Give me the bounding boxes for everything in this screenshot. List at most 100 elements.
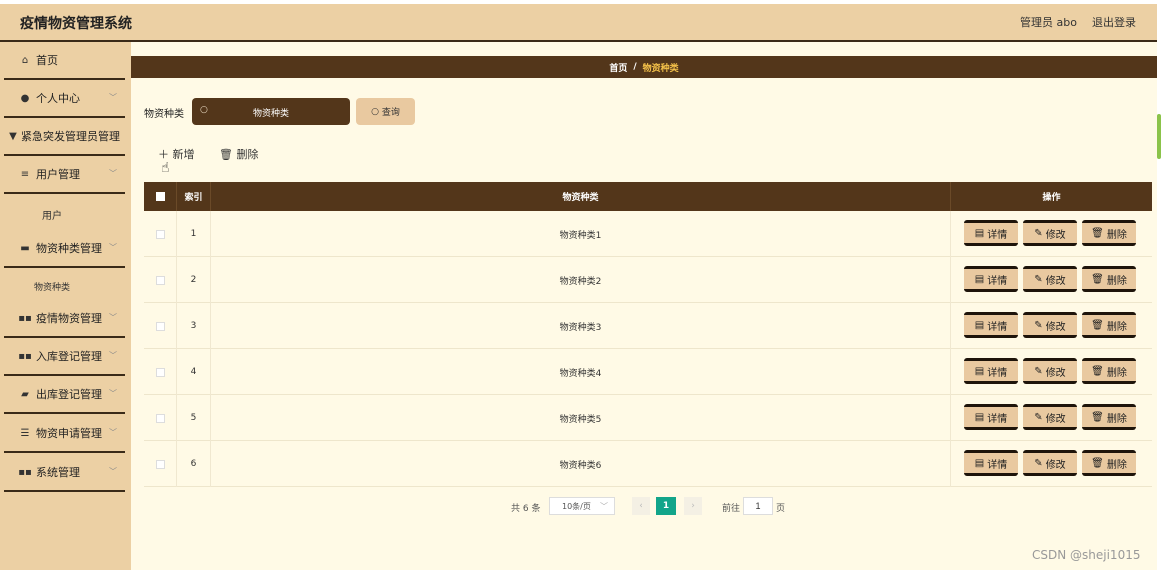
delete-button[interactable]: 🗑 删除	[1082, 220, 1136, 246]
chevron-down-icon: ﹀	[109, 351, 117, 360]
menu-icon: ≡	[20, 168, 30, 180]
trash-icon: 🗑	[219, 148, 233, 161]
table-row: 5 物资种类5 ▤ 详情 ✎ 修改 🗑 删除	[144, 395, 1152, 441]
next-page-button[interactable]: ›	[684, 497, 702, 515]
trash-icon: 🗑	[1091, 319, 1104, 331]
sidebar-item-label: 用户管理	[36, 168, 80, 181]
sidebar-item-epidemic-supplies[interactable]: ▪▪ 疫情物资管理 ﹀	[4, 300, 125, 338]
delete-button[interactable]: 🗑 删除	[1082, 450, 1136, 476]
sidebar-item-label: 物资申请管理	[36, 427, 102, 440]
trash-icon: 🗑	[1091, 227, 1104, 239]
prev-page-button[interactable]: ‹	[632, 497, 650, 515]
sidebar-item-label: 入库登记管理	[36, 350, 102, 363]
sidebar-item-supply-request[interactable]: ☰ 物资申请管理 ﹀	[4, 415, 125, 453]
query-button-label: 查询	[381, 108, 400, 118]
row-checkbox[interactable]	[144, 441, 177, 487]
pencil-icon: ✎	[1034, 319, 1043, 331]
sidebar-item-personal-center[interactable]: ● 个人中心 ﹀	[4, 80, 125, 118]
row-actions: ▤ 详情 ✎ 修改 🗑 删除	[951, 441, 1152, 487]
batch-delete-label: 删除	[236, 148, 259, 161]
edit-button[interactable]: ✎ 修改	[1023, 266, 1077, 292]
chevron-down-icon: ﹀	[109, 428, 117, 437]
logout-link[interactable]: 退出登录	[1092, 14, 1136, 30]
checkbox-box	[155, 459, 165, 469]
detail-button-label: 详情	[987, 275, 1008, 287]
breadcrumb-home[interactable]: 首页	[609, 61, 627, 74]
sidebar-item-label: 物资种类管理	[36, 242, 102, 255]
delete-button[interactable]: 🗑 删除	[1082, 404, 1136, 430]
table-row: 6 物资种类6 ▤ 详情 ✎ 修改 🗑 删除	[144, 441, 1152, 487]
scrollbar-thumb[interactable]	[1157, 114, 1161, 159]
delete-button[interactable]: 🗑 删除	[1082, 358, 1136, 384]
watermark: CSDN @sheji1015	[1032, 548, 1141, 562]
detail-button-label: 详情	[987, 459, 1008, 471]
grid-icon: ▪▪	[18, 350, 32, 362]
table-row: 4 物资种类4 ▤ 详情 ✎ 修改 🗑 删除	[144, 349, 1152, 395]
breadcrumb-current: 物资种类	[642, 63, 679, 74]
sidebar-item-emergency-admin[interactable]: ▼ 紧急突发管理员管理	[4, 118, 125, 156]
row-actions: ▤ 详情 ✎ 修改 🗑 删除	[951, 257, 1152, 303]
sidebar-item-system[interactable]: ▪▪ 系统管理 ﹀	[4, 454, 125, 492]
chevron-down-icon: ﹀	[109, 313, 117, 322]
trash-icon: 🗑	[1091, 273, 1104, 285]
table-row: 3 物资种类3 ▤ 详情 ✎ 修改 🗑 删除	[144, 303, 1152, 349]
row-actions: ▤ 详情 ✎ 修改 🗑 删除	[951, 395, 1152, 441]
chevron-down-icon: ﹀	[109, 169, 117, 178]
breadcrumb: 首页 / 物资种类	[131, 56, 1157, 78]
document-icon: ▤	[974, 457, 985, 469]
header-type: 物资种类	[211, 182, 951, 211]
sidebar-subitem-user[interactable]: 用户	[4, 200, 125, 228]
edit-button-label: 修改	[1045, 229, 1066, 241]
delete-button-label: 删除	[1106, 275, 1127, 287]
chevron-down-icon: ﹀	[109, 389, 117, 398]
delete-button[interactable]: 🗑 删除	[1082, 312, 1136, 338]
sidebar-item-home[interactable]: ⌂ 首页	[4, 42, 125, 80]
edit-button[interactable]: ✎ 修改	[1023, 312, 1077, 338]
sidebar-item-inbound[interactable]: ▪▪ 入库登记管理 ﹀	[4, 338, 125, 376]
chevron-down-icon: ﹀	[600, 502, 608, 511]
detail-button[interactable]: ▤ 详情	[964, 358, 1018, 384]
search-input[interactable]: ○ 物资种类	[192, 98, 350, 125]
edit-button-label: 修改	[1045, 367, 1066, 379]
detail-button[interactable]: ▤ 详情	[964, 266, 1018, 292]
row-checkbox[interactable]	[144, 211, 177, 257]
detail-button-label: 详情	[987, 321, 1008, 333]
edit-button[interactable]: ✎ 修改	[1023, 220, 1077, 246]
document-icon: ▤	[974, 319, 985, 331]
query-button[interactable]: ○ 查询	[356, 98, 415, 125]
goto-page-input[interactable]	[743, 497, 773, 515]
checkbox-box	[155, 192, 165, 201]
detail-button[interactable]: ▤ 详情	[964, 404, 1018, 430]
sidebar-item-category-management[interactable]: ▬ 物资种类管理 ﹀	[4, 230, 125, 268]
row-checkbox[interactable]	[144, 303, 177, 349]
row-checkbox[interactable]	[144, 395, 177, 441]
table-header: 索引 物资种类 操作	[144, 182, 1152, 211]
trash-icon: 🗑	[1091, 411, 1104, 423]
row-type: 物资种类4	[211, 349, 951, 395]
edit-button[interactable]: ✎ 修改	[1023, 404, 1077, 430]
sidebar-subitem-category[interactable]: 物资种类	[4, 272, 125, 300]
delete-button[interactable]: 🗑 删除	[1082, 266, 1136, 292]
chevron-right-icon: ›	[691, 501, 695, 511]
sidebar-item-user-management[interactable]: ≡ 用户管理 ﹀	[4, 156, 125, 194]
checkbox-box	[155, 275, 165, 285]
batch-delete-button[interactable]: 🗑 删除	[219, 146, 258, 162]
row-index: 2	[177, 257, 211, 303]
edit-button[interactable]: ✎ 修改	[1023, 358, 1077, 384]
page-size-select[interactable]: 10条/页 ﹀	[549, 497, 615, 515]
delete-button-label: 删除	[1106, 367, 1127, 379]
detail-button[interactable]: ▤ 详情	[964, 220, 1018, 246]
trash-icon: 🗑	[1091, 457, 1104, 469]
select-all-checkbox[interactable]	[144, 182, 177, 211]
header-index: 索引	[177, 182, 211, 211]
checkbox-box	[155, 367, 165, 377]
sidebar-item-outbound[interactable]: ▰ 出库登记管理 ﹀	[4, 376, 125, 414]
detail-button[interactable]: ▤ 详情	[964, 312, 1018, 338]
row-checkbox[interactable]	[144, 349, 177, 395]
current-page-button[interactable]: 1	[656, 497, 676, 515]
detail-button[interactable]: ▤ 详情	[964, 450, 1018, 476]
row-checkbox[interactable]	[144, 257, 177, 303]
row-actions: ▤ 详情 ✎ 修改 🗑 删除	[951, 303, 1152, 349]
edit-button[interactable]: ✎ 修改	[1023, 450, 1077, 476]
pencil-icon: ✎	[1034, 411, 1043, 423]
